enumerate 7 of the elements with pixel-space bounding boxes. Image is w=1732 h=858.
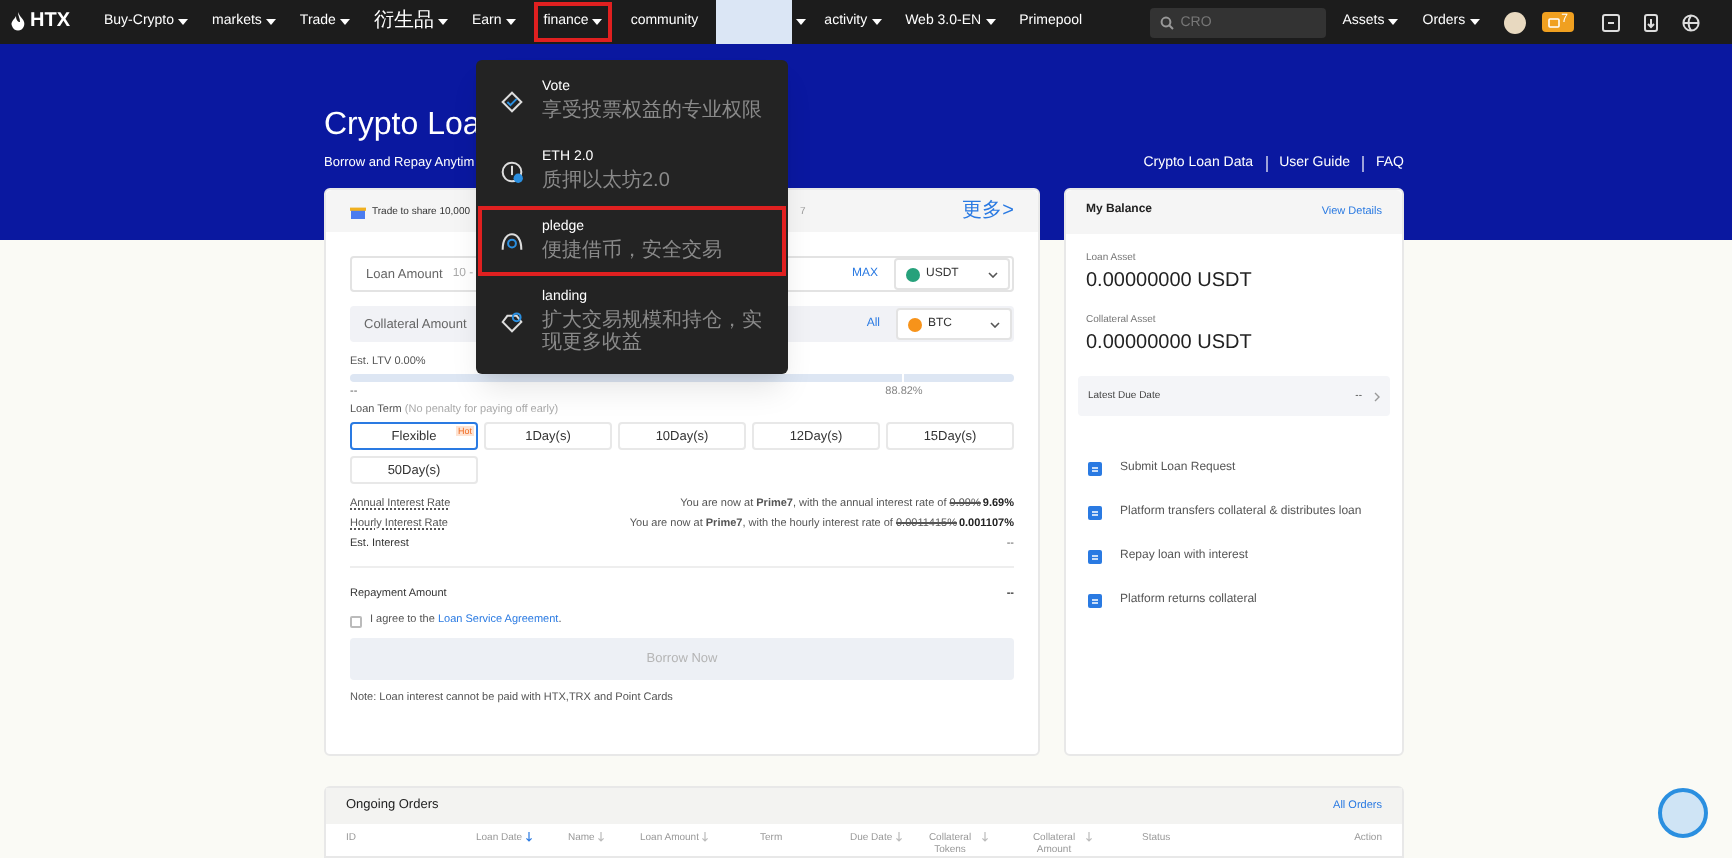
- logo-text: HTX: [30, 10, 70, 34]
- menu-item-subtitle: 扩大交易规模和持仓，实现更多收益: [542, 310, 764, 354]
- menu-item-subtitle: 便捷借币，安全交易: [542, 240, 722, 262]
- asset-value: 0.00000000 USDT: [1086, 270, 1254, 294]
- menu-item-subtitle: 享受投票权益的专业权限: [542, 100, 762, 122]
- asset-value: 0.00000000 USDT: [1086, 332, 1254, 356]
- menu-item-subtitle: 质押以太坊2.0: [542, 170, 670, 192]
